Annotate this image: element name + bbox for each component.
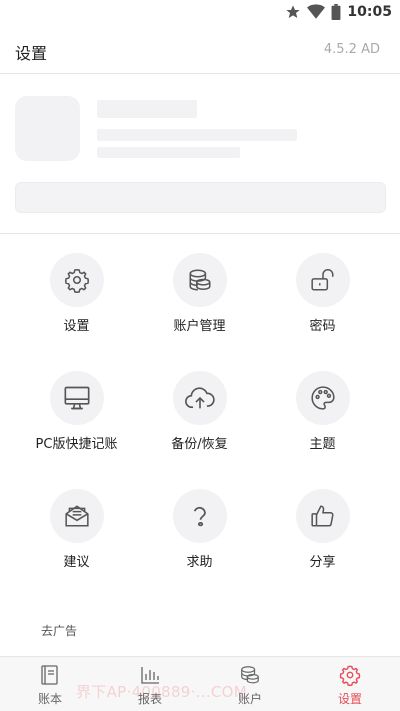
grid-item-label: 分享 bbox=[309, 555, 336, 570]
nav-label: 账本 bbox=[37, 692, 62, 706]
thumbs-up-icon bbox=[310, 505, 334, 527]
wifi-icon bbox=[307, 4, 326, 19]
coins-icon bbox=[188, 269, 211, 291]
grid-item-theme[interactable]: 主题 bbox=[256, 353, 389, 463]
page-title: 设置 bbox=[15, 44, 48, 63]
nav-item-reports[interactable]: 报表 bbox=[100, 657, 200, 711]
icon-circle bbox=[172, 253, 227, 307]
nav-label: 报表 bbox=[137, 692, 162, 706]
nav-label: 账户 bbox=[237, 692, 262, 706]
grid-item-label: 主题 bbox=[309, 437, 336, 452]
header: 设置 4.5.2 AD bbox=[0, 26, 400, 74]
icon-circle bbox=[295, 371, 350, 425]
grid-item-label: 账户管理 bbox=[173, 319, 226, 334]
nav-label: 设置 bbox=[337, 692, 362, 706]
grid-item-share[interactable]: 分享 bbox=[256, 471, 389, 581]
nav-item-settings[interactable]: 设置 bbox=[300, 657, 400, 711]
info-placeholder-short bbox=[97, 147, 240, 158]
icon-circle bbox=[49, 253, 104, 307]
grid-item-label: 备份/恢复 bbox=[171, 437, 228, 452]
bottom-nav: 账本 报表 账户 设置 界下AP·400889·...COM bbox=[0, 656, 400, 711]
grid-item-label: 密码 bbox=[309, 319, 336, 334]
grid-item-pc-quick-entry[interactable]: PC版快捷记账 bbox=[10, 353, 143, 463]
grid-item-suggestion[interactable]: 建议 bbox=[10, 471, 143, 581]
gear-icon bbox=[64, 268, 89, 293]
nav-item-ledger[interactable]: 账本 bbox=[0, 657, 100, 711]
palette-icon bbox=[310, 386, 335, 410]
battery-icon bbox=[331, 4, 341, 20]
remove-ads-link[interactable]: 去广告 bbox=[41, 622, 77, 639]
book-icon bbox=[41, 665, 58, 685]
icon-circle bbox=[295, 489, 350, 543]
grid-item-label: 求助 bbox=[186, 555, 213, 570]
star-icon bbox=[286, 5, 301, 18]
icon-circle bbox=[172, 489, 227, 543]
grid-item-backup-restore[interactable]: 备份/恢复 bbox=[133, 353, 266, 463]
unlock-icon bbox=[310, 269, 334, 291]
grid-item-settings[interactable]: 设置 bbox=[10, 235, 143, 345]
avatar-placeholder bbox=[15, 96, 80, 161]
icon-circle bbox=[49, 489, 104, 543]
status-bar: 10:05 bbox=[0, 0, 400, 26]
monitor-icon bbox=[64, 386, 89, 410]
username-placeholder bbox=[97, 100, 197, 118]
mail-icon bbox=[64, 505, 89, 527]
profile-card[interactable] bbox=[0, 75, 400, 234]
gear-icon bbox=[339, 665, 361, 686]
grid-item-label: 设置 bbox=[63, 319, 90, 334]
membership-bar-placeholder bbox=[15, 182, 386, 213]
grid-item-label: PC版快捷记账 bbox=[35, 437, 118, 452]
grid-item-account-management[interactable]: 账户管理 bbox=[133, 235, 266, 345]
grid-item-help[interactable]: 求助 bbox=[133, 471, 266, 581]
status-icons: 10:05 bbox=[285, 4, 392, 20]
cloud-upload-icon bbox=[184, 387, 215, 409]
info-placeholder bbox=[97, 129, 297, 141]
icon-circle bbox=[49, 371, 104, 425]
grid-item-password[interactable]: 密码 bbox=[256, 235, 389, 345]
icon-circle bbox=[295, 253, 350, 307]
grid-item-label: 建议 bbox=[63, 555, 90, 570]
nav-item-accounts[interactable]: 账户 bbox=[200, 657, 300, 711]
bar-chart-icon bbox=[141, 667, 159, 684]
help-icon bbox=[193, 506, 206, 527]
icon-circle bbox=[172, 371, 227, 425]
version-label: 4.5.2 AD bbox=[323, 42, 380, 57]
status-time: 10:05 bbox=[347, 4, 392, 20]
coins-icon bbox=[241, 666, 259, 684]
